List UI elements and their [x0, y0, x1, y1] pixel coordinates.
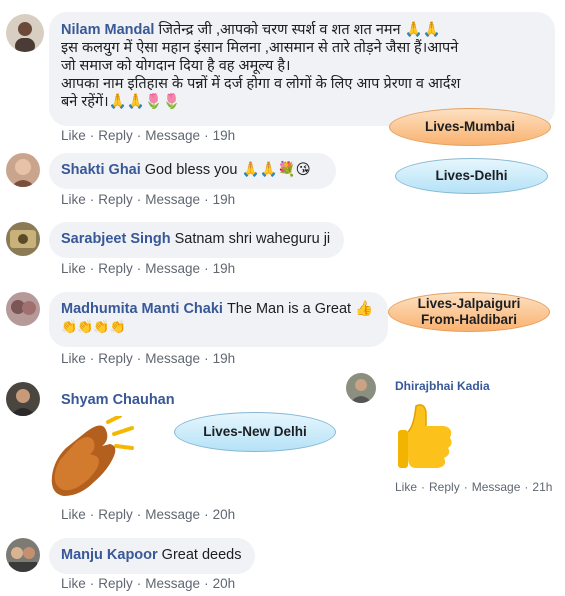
avatar-photo-icon: [11, 300, 36, 315]
commenter-name[interactable]: Nilam Mandal: [61, 22, 154, 38]
comment-actions: Like · Reply · Message · 21h: [395, 480, 553, 494]
reply-link[interactable]: Reply: [98, 576, 133, 591]
message-link[interactable]: Message: [145, 507, 200, 522]
message-link[interactable]: Message: [145, 128, 200, 143]
location-line: From-Haldibari: [420, 312, 517, 327]
avatar-photo-icon: [15, 22, 35, 52]
avatar-photo-icon: [9, 547, 37, 572]
commenter-name[interactable]: Manju Kapoor: [61, 547, 158, 563]
location-label: Lives-Jalpaiguri From-Haldibari: [388, 292, 550, 332]
avatar[interactable]: [6, 153, 40, 187]
location-label: Lives-Delhi: [395, 158, 548, 194]
message-link[interactable]: Message: [472, 480, 521, 494]
comment-actions: Like · Reply · Message · 19h: [61, 128, 236, 143]
reply-link[interactable]: Reply: [98, 351, 133, 366]
comment-text: God bless you 🙏🙏💐😘: [144, 162, 311, 178]
avatar[interactable]: [6, 14, 44, 52]
timestamp[interactable]: 19h: [213, 192, 236, 207]
comment-text: Satnam shri waheguru ji: [174, 231, 331, 247]
comment-actions: Like · Reply · Message · 20h: [61, 507, 236, 522]
comment-emoji: 👏👏👏👏: [61, 320, 126, 335]
comment-bubble: Shakti Ghai God bless you 🙏🙏💐😘: [49, 153, 336, 189]
comment-text: इस कलयुग में ऐसा महान इंसान मिलना ,आसमान…: [61, 40, 459, 56]
timestamp[interactable]: 19h: [213, 351, 236, 366]
like-link[interactable]: Like: [395, 480, 417, 494]
like-link[interactable]: Like: [61, 576, 86, 591]
commenter-name[interactable]: Sarabjeet Singh: [61, 231, 171, 247]
comment-text: आपका नाम इतिहास के पन्नों में दर्ज होगा …: [61, 76, 461, 92]
avatar-photo-icon: [10, 230, 36, 248]
comment-bubble: Madhumita Manti Chaki The Man is a Great …: [49, 292, 388, 347]
comment-bubble: Manju Kapoor Great deeds: [49, 538, 255, 574]
message-link[interactable]: Message: [145, 261, 200, 276]
like-link[interactable]: Like: [61, 261, 86, 276]
comment-actions: Like · Reply · Message · 19h: [61, 192, 236, 207]
reply-link[interactable]: Reply: [98, 261, 133, 276]
commenter-name[interactable]: Shakti Ghai: [61, 162, 141, 178]
like-link[interactable]: Like: [61, 351, 86, 366]
avatar[interactable]: [6, 382, 40, 416]
avatar[interactable]: [6, 538, 40, 572]
avatar[interactable]: [6, 292, 40, 326]
comment-text: बने रहेंगें।🙏🙏🌷🌷: [61, 94, 181, 110]
reply-link[interactable]: Reply: [429, 480, 460, 494]
thumbs-up-icon: [398, 404, 452, 468]
timestamp[interactable]: 21h: [532, 480, 552, 494]
comment-text: Great deeds: [161, 547, 242, 563]
timestamp[interactable]: 20h: [213, 576, 236, 591]
like-link[interactable]: Like: [61, 128, 86, 143]
avatar[interactable]: [346, 373, 376, 403]
timestamp[interactable]: 19h: [213, 128, 236, 143]
location-label: Lives-New Delhi: [174, 412, 336, 452]
commenter-name[interactable]: Shyam Chauhan: [61, 392, 175, 408]
location-line: Lives-Jalpaiguri: [417, 296, 521, 311]
reply-link[interactable]: Reply: [98, 128, 133, 143]
comment-actions: Like · Reply · Message · 20h: [61, 576, 236, 591]
comment-actions: Like · Reply · Message · 19h: [61, 351, 236, 366]
reply-link[interactable]: Reply: [98, 192, 133, 207]
comment-bubble: Sarabjeet Singh Satnam shri waheguru ji: [49, 222, 344, 258]
like-link[interactable]: Like: [61, 192, 86, 207]
message-link[interactable]: Message: [145, 192, 200, 207]
commenter-name[interactable]: Madhumita Manti Chaki: [61, 301, 223, 317]
timestamp[interactable]: 20h: [213, 507, 236, 522]
location-label: Lives-Mumbai: [389, 108, 551, 146]
comment-text: जो समाज को योगदान दिया है वह अमूल्य है।: [61, 58, 291, 74]
message-link[interactable]: Message: [145, 351, 200, 366]
comment-text: जितेन्द्र जी ,आपको चरण स्पर्श व शत शत नम…: [158, 22, 441, 38]
avatar-photo-icon: [350, 379, 372, 403]
avatar-photo-icon: [10, 389, 36, 416]
commenter-name[interactable]: Dhirajbhai Kadia: [395, 379, 490, 393]
avatar-photo-icon: [11, 159, 35, 187]
reply-link[interactable]: Reply: [98, 507, 133, 522]
comment-actions: Like · Reply · Message · 19h: [61, 261, 236, 276]
avatar[interactable]: [6, 222, 40, 256]
timestamp[interactable]: 19h: [213, 261, 236, 276]
message-link[interactable]: Message: [145, 576, 200, 591]
comment-text: The Man is a Great 👍: [226, 301, 374, 317]
clapping-hands-icon: [51, 416, 134, 496]
like-link[interactable]: Like: [61, 507, 86, 522]
